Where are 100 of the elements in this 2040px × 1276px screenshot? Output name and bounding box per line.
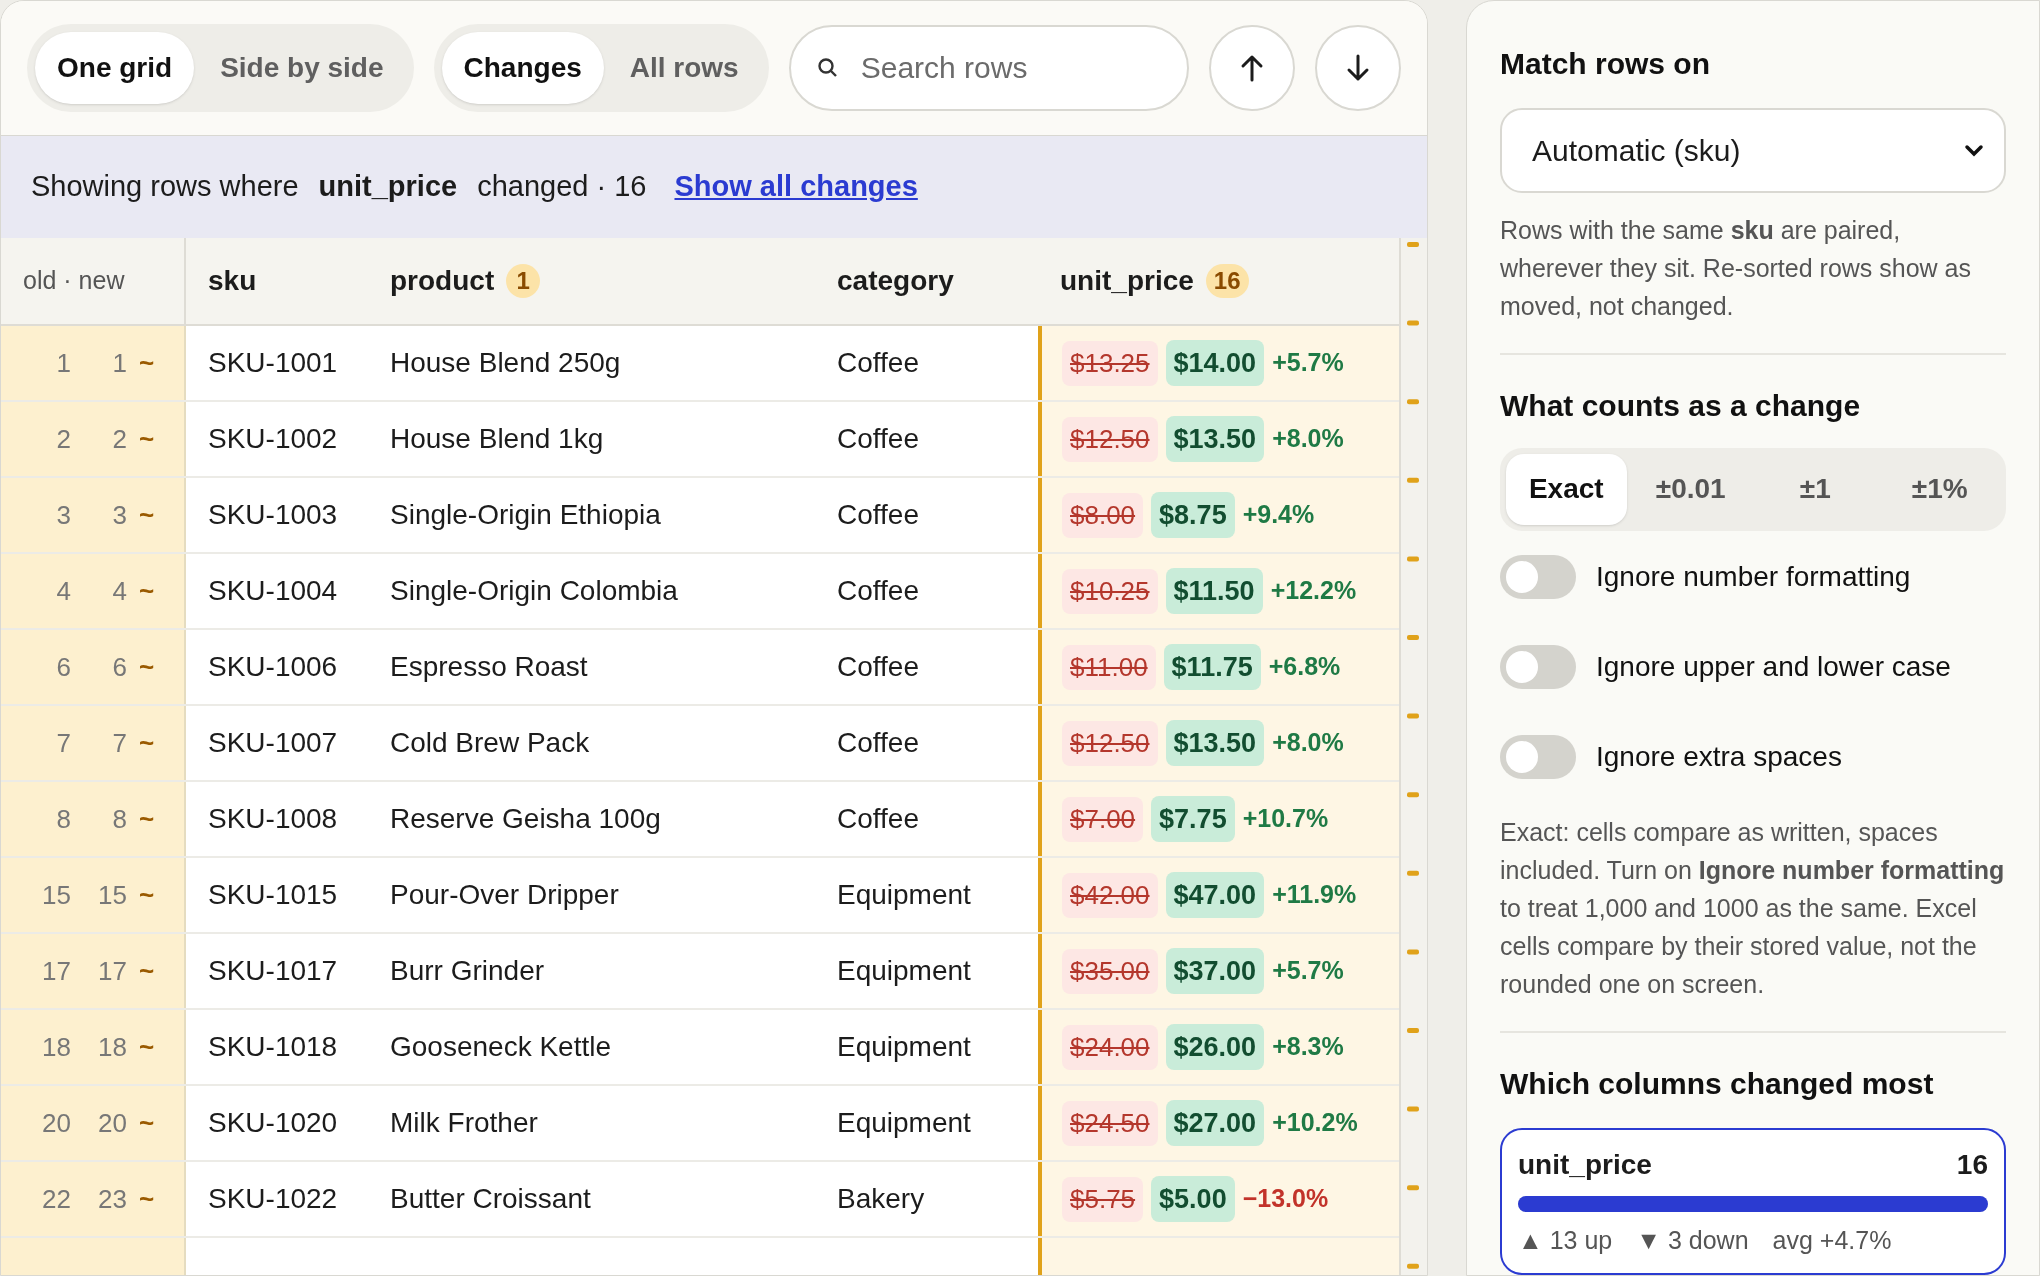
row-number: 3 <box>111 498 127 532</box>
chevron-down-icon <box>1964 143 1984 158</box>
change-mark: ~ <box>138 498 156 532</box>
table-cell-text: SKU-1017 <box>208 954 338 988</box>
old-value: $11.00 <box>1062 644 1156 690</box>
search-icon <box>816 57 839 79</box>
change-percent: +12.2% <box>1270 575 1357 607</box>
new-value: $26.00 <box>1165 1023 1265 1071</box>
column-header[interactable]: product <box>390 260 495 302</box>
table-cell-text: Equipment <box>837 954 971 988</box>
table-cell-text: Equipment <box>837 1106 971 1140</box>
table-cell-text: SKU-1004 <box>208 574 338 608</box>
arrow-down-icon <box>1346 54 1370 82</box>
row-number: 1 <box>111 346 127 380</box>
toggle-switch[interactable] <box>1500 734 1576 779</box>
old-value: $12.50 <box>1062 720 1158 766</box>
row-number: 15 <box>97 878 127 912</box>
section-heading: What counts as a change <box>1500 388 1862 425</box>
table-cell-text: SKU-1022 <box>208 1182 338 1216</box>
row-number: 18 <box>97 1030 127 1064</box>
banner-text: Showing rows where <box>31 169 299 205</box>
new-value: $11.50 <box>1165 567 1263 615</box>
match-select[interactable]: Automatic (sku) <box>1500 108 2006 194</box>
view-tab[interactable]: One grid <box>35 32 195 104</box>
table-cell-text: Equipment <box>837 1030 971 1064</box>
table-cell-text: Coffee <box>837 346 919 380</box>
row-number: 7 <box>111 726 127 760</box>
toggle-switch[interactable] <box>1500 644 1576 689</box>
change-mark: ~ <box>138 1030 156 1064</box>
section-heading: Match rows on <box>1500 46 1711 82</box>
column-header[interactable]: unit_price <box>1060 260 1194 302</box>
table-cell-text: Single-Origin Ethiopia <box>390 498 661 532</box>
new-value: $7.75 <box>1151 795 1235 843</box>
view-tab[interactable]: Side by side <box>198 32 406 104</box>
toggle-label: Ignore extra spaces <box>1596 739 1842 774</box>
column-card[interactable]: unit_price 16 ▲ 13 up ▼ 3 down avg +4.7% <box>1500 1127 2006 1275</box>
old-value: $35.00 <box>1062 948 1158 994</box>
banner-text: changed · 16 <box>477 169 647 205</box>
show-all-changes-link[interactable]: Show all changes <box>674 165 918 209</box>
change-mark: ~ <box>138 1106 156 1140</box>
change-mark: ~ <box>138 726 156 760</box>
column-name: unit_price <box>1518 1147 1652 1182</box>
column-header[interactable]: category <box>837 260 954 302</box>
row-number: 8 <box>55 802 71 836</box>
toggle-label: Ignore upper and lower case <box>1596 649 1951 684</box>
tolerance-tab[interactable]: ±0.01 <box>1630 454 1751 525</box>
tolerance-tab[interactable]: ±1% <box>1879 454 2000 525</box>
row-number: 15 <box>41 878 71 912</box>
table-cell-text: Coffee <box>837 802 919 836</box>
row-number: 20 <box>41 1106 71 1140</box>
row-number: 1 <box>55 346 71 380</box>
table-cell-text: Burr Grinder <box>390 954 545 988</box>
row-number: 6 <box>55 650 71 684</box>
table-cell-text: House Blend 250g <box>390 346 621 380</box>
table-cell-text: Bakery <box>837 1182 925 1216</box>
old-value: $8.00 <box>1062 492 1144 538</box>
section-heading: Which columns changed most <box>1500 1065 1935 1102</box>
table-cell-text: SKU-1018 <box>208 1030 338 1064</box>
change-percent: +5.7% <box>1272 347 1344 379</box>
stat-text: avg +4.7% <box>1772 1224 1892 1256</box>
change-percent: +11.9% <box>1272 879 1357 911</box>
filter-tab[interactable]: Changes <box>441 32 604 104</box>
table-cell-text: Coffee <box>837 650 919 684</box>
change-percent: +8.0% <box>1272 727 1344 759</box>
tolerance-tab[interactable]: ±1 <box>1755 454 1876 525</box>
column-header[interactable]: sku <box>208 260 257 302</box>
new-value: $8.75 <box>1151 491 1235 539</box>
old-value: $12.50 <box>1062 416 1158 462</box>
search-field[interactable]: Search rows <box>788 25 1189 111</box>
change-mark: ~ <box>138 346 156 380</box>
old-value: $24.00 <box>1062 1024 1158 1070</box>
table-cell-text: Espresso Roast <box>390 650 588 684</box>
old-value: $10.25 <box>1062 568 1158 614</box>
change-mark: ~ <box>138 802 156 836</box>
change-mark: ~ <box>138 954 156 988</box>
toggle-switch[interactable] <box>1500 554 1576 599</box>
row-number: 23 <box>97 1182 127 1216</box>
change-percent: −13.0% <box>1242 1183 1329 1215</box>
table-cell-text: SKU-1020 <box>208 1106 338 1140</box>
change-mark: ~ <box>138 574 156 608</box>
table-cell-text: Single-Origin Colombia <box>390 574 678 608</box>
change-percent: +10.7% <box>1242 803 1329 835</box>
row-number: 17 <box>41 954 71 988</box>
help-text: Rows with the same sku are paired, wherever they sit. Re-sorted rows show as moved, not changed. <box>1500 215 1972 323</box>
filter-tab[interactable]: All rows <box>607 32 761 104</box>
arrow-up-icon <box>1240 54 1264 82</box>
new-value: $37.00 <box>1165 947 1265 995</box>
table-cell-text: SKU-1008 <box>208 802 338 836</box>
table-cell-text: Coffee <box>837 726 919 760</box>
row-number: 18 <box>41 1030 71 1064</box>
new-value: $5.00 <box>1151 1175 1235 1223</box>
row-number: 4 <box>111 574 127 608</box>
tolerance-tab[interactable]: Exact <box>1506 454 1627 525</box>
table-cell-text: House Blend 1kg <box>390 422 604 456</box>
old-value: $5.75 <box>1062 1176 1144 1222</box>
table-cell-text: SKU-1003 <box>208 498 338 532</box>
table-cell-text: Equipment <box>837 878 971 912</box>
old-value: $7.00 <box>1062 796 1144 842</box>
column-header[interactable]: old · new <box>23 262 125 300</box>
change-percent: +6.8% <box>1268 651 1341 683</box>
